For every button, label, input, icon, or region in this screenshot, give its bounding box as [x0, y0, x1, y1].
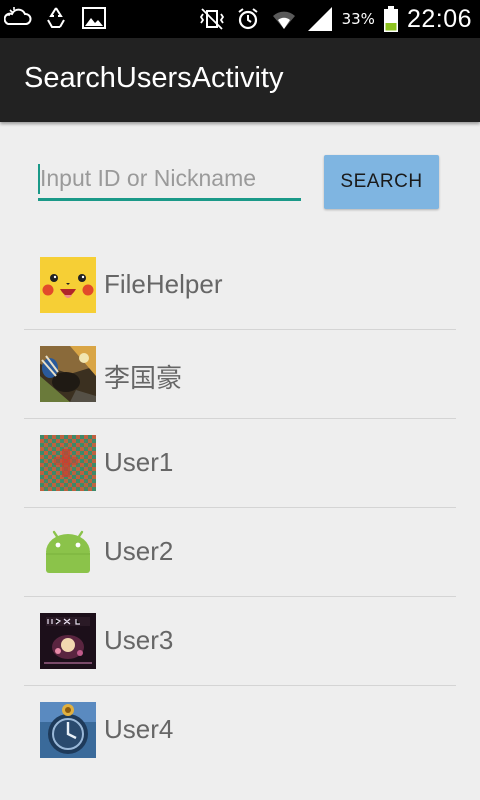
clock-face-avatar: [40, 702, 96, 758]
list-item-user1[interactable]: User1: [24, 419, 456, 508]
battery-icon: [383, 6, 398, 32]
recycle-icon: [47, 7, 65, 28]
search-input-underline: [38, 198, 301, 201]
wifi-icon: [272, 11, 295, 29]
cloud-icon: [4, 7, 32, 25]
checker-pattern-avatar: [40, 435, 96, 491]
user-name: FileHelper: [104, 269, 223, 299]
search-button[interactable]: SEARCH: [324, 155, 439, 209]
album-art-avatar: [40, 613, 96, 669]
signal-icon: [307, 7, 332, 31]
user-name: User2: [104, 536, 174, 566]
status-bar: 33% 22:06: [0, 0, 480, 38]
search-input[interactable]: [38, 156, 301, 200]
notification-icons: [4, 4, 108, 32]
list-item-user4[interactable]: User4: [24, 686, 456, 775]
page-title: SearchUsersActivity: [24, 62, 284, 94]
list-item-user3[interactable]: User3: [24, 597, 456, 686]
image-icon: [82, 7, 106, 29]
system-indicators: 33% 22:06: [198, 0, 472, 38]
android-robot-avatar: [40, 524, 96, 580]
user-name: User1: [104, 447, 174, 477]
action-bar: SearchUsersActivity: [0, 38, 480, 122]
alarm-icon: [237, 8, 258, 30]
racing-game-avatar: [40, 346, 96, 402]
user-list: FileHelper 李国豪 User1 User2 User3 User4: [24, 241, 456, 775]
vibrate-icon: [199, 8, 224, 30]
text-cursor: [38, 164, 40, 194]
user-name: User3: [104, 625, 174, 655]
list-item-user2[interactable]: User2: [24, 508, 456, 597]
search-field[interactable]: [38, 156, 301, 202]
user-name: User4: [104, 714, 174, 744]
pikachu-avatar: [40, 257, 96, 313]
list-item-user-li-guohao[interactable]: 李国豪: [24, 330, 456, 419]
user-name: 李国豪: [104, 363, 183, 393]
list-item-filehelper[interactable]: FileHelper: [24, 241, 456, 330]
battery-percentage: 33%: [341, 10, 375, 28]
clock: 22:06: [406, 4, 472, 33]
